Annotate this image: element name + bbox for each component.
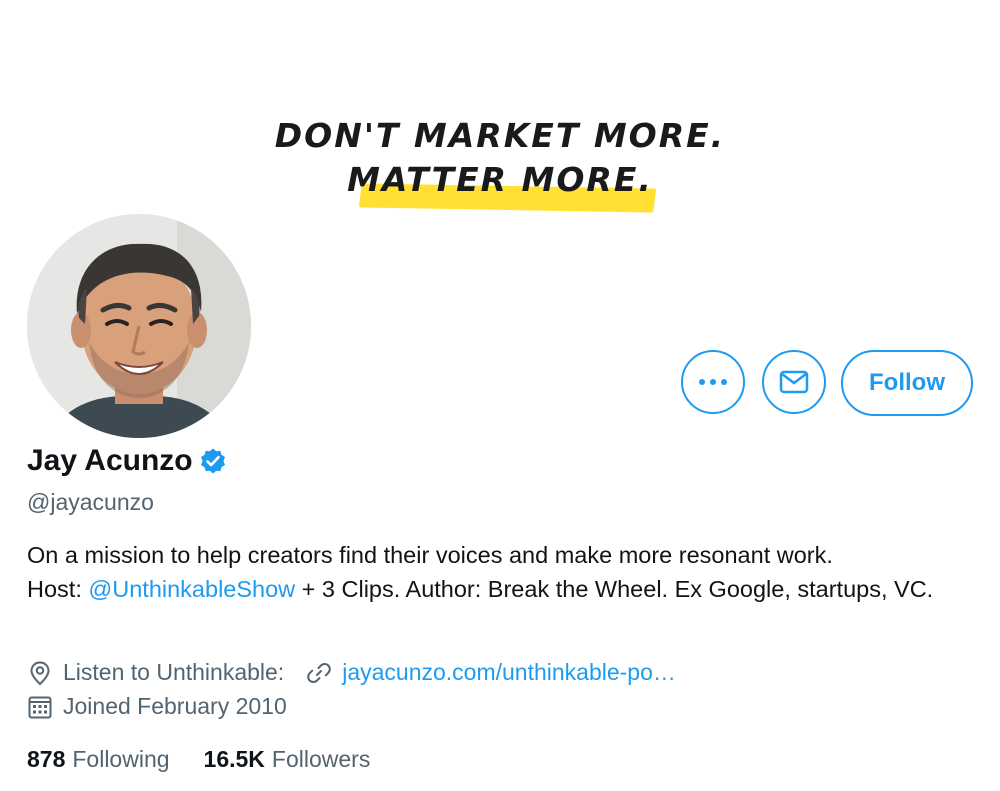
calendar-icon [28, 696, 52, 718]
user-handle: @jayacunzo [27, 489, 154, 515]
following-number: 878 [27, 746, 66, 772]
display-name: Jay Acunzo [27, 444, 193, 477]
location-pin-icon [30, 660, 50, 685]
follow-button[interactable]: Follow [841, 350, 973, 416]
envelope-icon [779, 370, 809, 394]
more-options-button[interactable] [681, 350, 745, 414]
more-icon [699, 379, 727, 385]
following-count-link[interactable]: 878 Following [27, 746, 170, 773]
location-text: Listen to Unthinkable: [63, 659, 285, 685]
bio-text: + 3 Clips. Author: Break the Wheel. Ex G… [295, 576, 934, 602]
verified-badge-icon [200, 448, 225, 474]
followers-count-link[interactable]: 16.5K Followers [204, 746, 371, 773]
followers-label: Followers [271, 746, 371, 772]
message-button[interactable] [762, 350, 826, 414]
profile-photo [27, 214, 251, 438]
following-label: Following [72, 746, 170, 772]
bio-line: On a mission to help creators find their… [27, 542, 833, 568]
banner-tagline-line2: MATTER MORE. [347, 160, 653, 199]
bio-line: Host: @UnthinkableShow + 3 Clips. Author… [27, 572, 977, 606]
bio-mention-link[interactable]: @UnthinkableShow [88, 576, 295, 602]
banner-tagline-line1: DON'T MARKET MORE. [274, 116, 726, 155]
follow-counts: 878 Following 16.5K Followers [27, 746, 404, 773]
profile-meta-row: Listen to Unthinkable: jayacunzo.com/unt… [27, 659, 676, 686]
profile-bio: On a mission to help creators find their… [27, 538, 977, 606]
avatar[interactable] [27, 214, 251, 438]
followers-number: 16.5K [203, 746, 265, 772]
bio-host-prefix: Host: [27, 576, 89, 602]
website-link[interactable]: jayacunzo.com/unthinkable-po… [342, 659, 676, 686]
profile-meta-row: Joined February 2010 [27, 693, 287, 720]
link-icon [307, 662, 331, 683]
joined-date: Joined February 2010 [63, 693, 287, 719]
name-row: Jay Acunzo [27, 444, 227, 478]
